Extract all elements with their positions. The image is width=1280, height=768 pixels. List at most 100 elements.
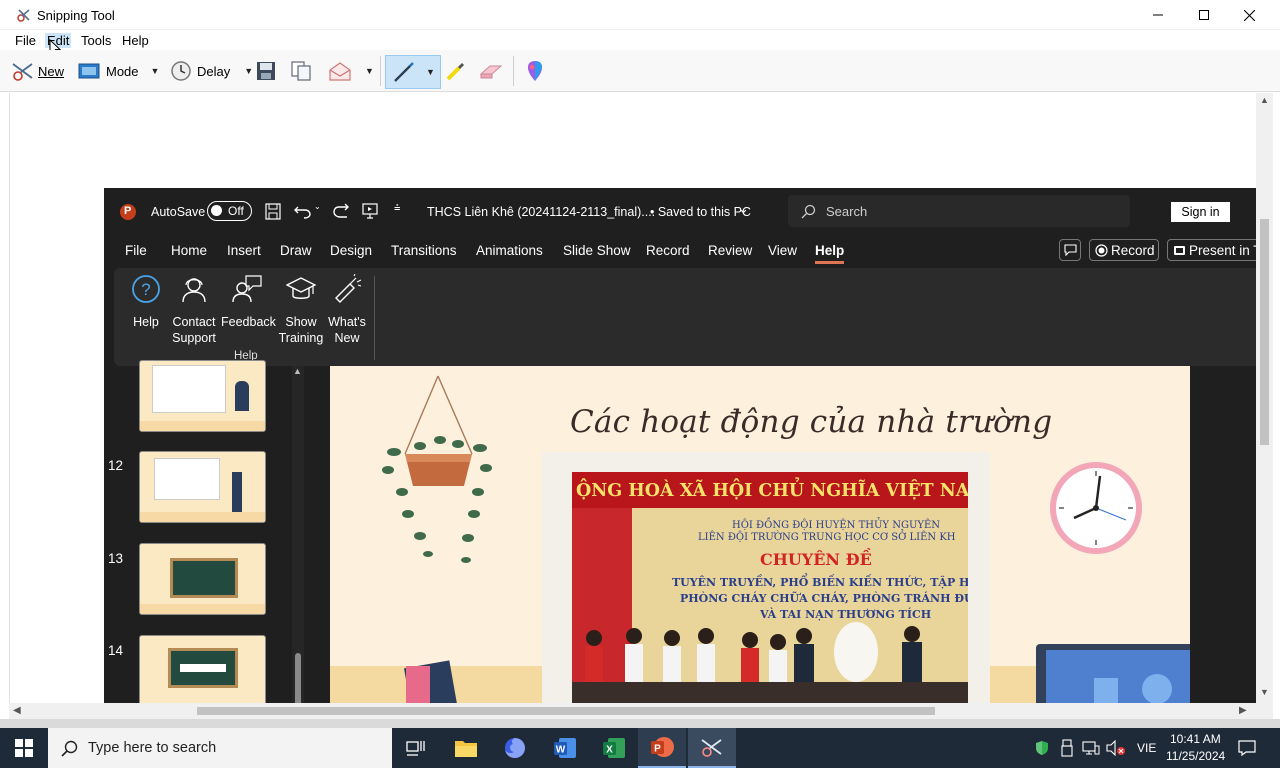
board-line-3: CHUYÊN ĐỀ xyxy=(760,550,872,569)
feedback-command[interactable]: Feedback xyxy=(221,274,276,330)
clock-date[interactable]: 11/25/2024 xyxy=(1166,749,1225,763)
redo-icon[interactable] xyxy=(333,203,350,219)
eraser-button[interactable] xyxy=(478,58,504,84)
tab-animations[interactable]: Animations xyxy=(476,243,543,258)
excel-button[interactable]: X xyxy=(590,728,638,768)
send-button[interactable]: ▼ xyxy=(327,58,374,84)
tab-draw[interactable]: Draw xyxy=(280,243,312,258)
powerpoint-button[interactable]: P xyxy=(638,728,686,768)
slide-title[interactable]: Các hoạt động của nhà trường xyxy=(570,404,1052,440)
shield-icon[interactable] xyxy=(1034,740,1050,756)
save-button[interactable] xyxy=(256,58,276,84)
send-dropdown-icon[interactable]: ▼ xyxy=(365,66,374,76)
slide-number-13: 13 xyxy=(108,551,124,566)
whats-new-command[interactable]: What's New xyxy=(327,273,367,346)
maximize-icon xyxy=(1199,10,1209,20)
saved-status[interactable]: • Saved to this PC xyxy=(650,205,751,219)
pen-button[interactable]: ▼ xyxy=(385,55,441,89)
mode-dropdown-icon[interactable]: ▼ xyxy=(151,66,160,76)
word-button[interactable]: W xyxy=(541,728,589,768)
tab-home[interactable]: Home xyxy=(171,243,207,258)
start-button[interactable] xyxy=(0,728,48,768)
contact-support-command[interactable]: Contact Support xyxy=(171,274,217,346)
horizontal-scroll-thumb[interactable] xyxy=(197,707,935,715)
new-snip-button[interactable]: New xyxy=(10,58,64,84)
tab-view[interactable]: View xyxy=(768,243,797,258)
scroll-up-icon[interactable]: ▲ xyxy=(1260,95,1269,105)
present-in-teams-button[interactable]: Present in T xyxy=(1167,239,1256,261)
scroll-left-icon[interactable]: ◀ xyxy=(13,705,21,716)
comments-button[interactable] xyxy=(1059,239,1081,261)
tab-slide-show[interactable]: Slide Show xyxy=(563,243,631,258)
delay-dropdown-icon[interactable]: ▼ xyxy=(244,66,253,76)
autosave-toggle[interactable]: Off xyxy=(207,201,252,221)
toolbar-separator xyxy=(380,56,381,86)
record-button[interactable]: Record xyxy=(1089,239,1159,261)
contact-support-label-2: Support xyxy=(172,331,216,345)
input-language[interactable]: VIE xyxy=(1137,741,1156,755)
ppt-title-bar: P AutoSave Off ⌄ ⩮ THCS Liên Khê (202411… xyxy=(104,188,1256,236)
taskbar: Type here to search W X P VIE 10:41 AM 1… xyxy=(0,728,1280,768)
scroll-up-icon[interactable]: ▲ xyxy=(293,366,302,376)
slide-thumbnail[interactable] xyxy=(139,451,266,523)
delay-button[interactable]: Delay ▼ xyxy=(170,58,253,84)
maximize-button[interactable] xyxy=(1181,0,1227,30)
ppt-search-box[interactable]: Search xyxy=(788,195,1130,227)
paint3d-button[interactable] xyxy=(524,58,546,84)
notifications-icon[interactable] xyxy=(1238,740,1256,756)
usb-icon[interactable] xyxy=(1060,739,1074,757)
slide-book-decor xyxy=(406,666,430,703)
menu-file[interactable]: File xyxy=(15,33,36,48)
tab-record[interactable]: Record xyxy=(646,243,690,258)
present-from-start-icon[interactable] xyxy=(362,203,378,219)
slide-thumbnail[interactable] xyxy=(139,635,266,703)
menu-help[interactable]: Help xyxy=(122,33,149,48)
sign-in-button[interactable]: Sign in xyxy=(1171,202,1230,222)
slide-thumbnail[interactable] xyxy=(139,543,266,615)
horizontal-scrollbar[interactable]: ◀ ▶ xyxy=(9,703,1256,719)
customize-toolbar-icon[interactable]: ⩮ xyxy=(394,202,400,215)
slides-pane-scrollbar[interactable]: ▲ xyxy=(292,366,304,703)
highlighter-button[interactable] xyxy=(445,58,467,84)
copy-button[interactable] xyxy=(290,58,312,84)
file-explorer-button[interactable] xyxy=(442,728,490,768)
scrollbar-corner xyxy=(1256,703,1273,719)
scroll-down-icon[interactable]: ▼ xyxy=(1260,687,1269,697)
document-title[interactable]: THCS Liên Khê (20241124-2113_final).... xyxy=(427,205,655,219)
volume-muted-icon[interactable] xyxy=(1106,740,1126,756)
help-command[interactable]: ? Help xyxy=(131,274,161,330)
menu-tools[interactable]: Tools xyxy=(81,33,111,48)
close-button[interactable] xyxy=(1226,0,1272,30)
firefox-button[interactable] xyxy=(491,728,539,768)
mode-button[interactable]: Mode ▼ xyxy=(78,58,159,84)
slides-scroll-thumb[interactable] xyxy=(295,653,301,703)
network-icon[interactable] xyxy=(1082,740,1100,756)
slide-photo-frame[interactable]: ỘNG HOÀ XÃ HỘI CHỦ NGHĨA VIỆT NAM MUÔN H… xyxy=(542,452,990,703)
minimize-button[interactable] xyxy=(1135,0,1181,30)
task-view-button[interactable] xyxy=(392,728,440,768)
tab-help[interactable]: Help xyxy=(815,243,845,264)
clock-time[interactable]: 10:41 AM xyxy=(1170,732,1221,746)
undo-icon[interactable] xyxy=(294,203,312,219)
scroll-right-icon[interactable]: ▶ xyxy=(1239,705,1247,716)
tab-file[interactable]: File xyxy=(125,243,147,258)
window-title: Snipping Tool xyxy=(37,8,115,23)
tab-review[interactable]: Review xyxy=(708,243,752,258)
help-label: Help xyxy=(133,315,159,329)
show-training-command[interactable]: Show Training xyxy=(278,274,324,346)
windows-logo-icon xyxy=(15,739,33,757)
tab-design[interactable]: Design xyxy=(330,243,372,258)
tab-transitions[interactable]: Transitions xyxy=(391,243,457,258)
task-view-icon xyxy=(406,741,425,756)
vertical-scrollbar[interactable]: ▲ ▼ xyxy=(1256,93,1273,703)
taskbar-search-box[interactable]: Type here to search xyxy=(48,728,392,768)
comment-icon xyxy=(1064,244,1077,256)
undo-dropdown-icon[interactable]: ⌄ xyxy=(314,202,321,211)
pen-dropdown-icon[interactable]: ▼ xyxy=(426,67,435,77)
slide-thumbnail[interactable] xyxy=(139,360,266,432)
save-icon[interactable] xyxy=(265,203,281,220)
snipping-tool-button[interactable] xyxy=(688,728,736,768)
tab-insert[interactable]: Insert xyxy=(227,243,261,258)
saved-status-chevron-icon[interactable]: ⌄ xyxy=(738,201,749,217)
vertical-scroll-thumb[interactable] xyxy=(1260,219,1269,445)
